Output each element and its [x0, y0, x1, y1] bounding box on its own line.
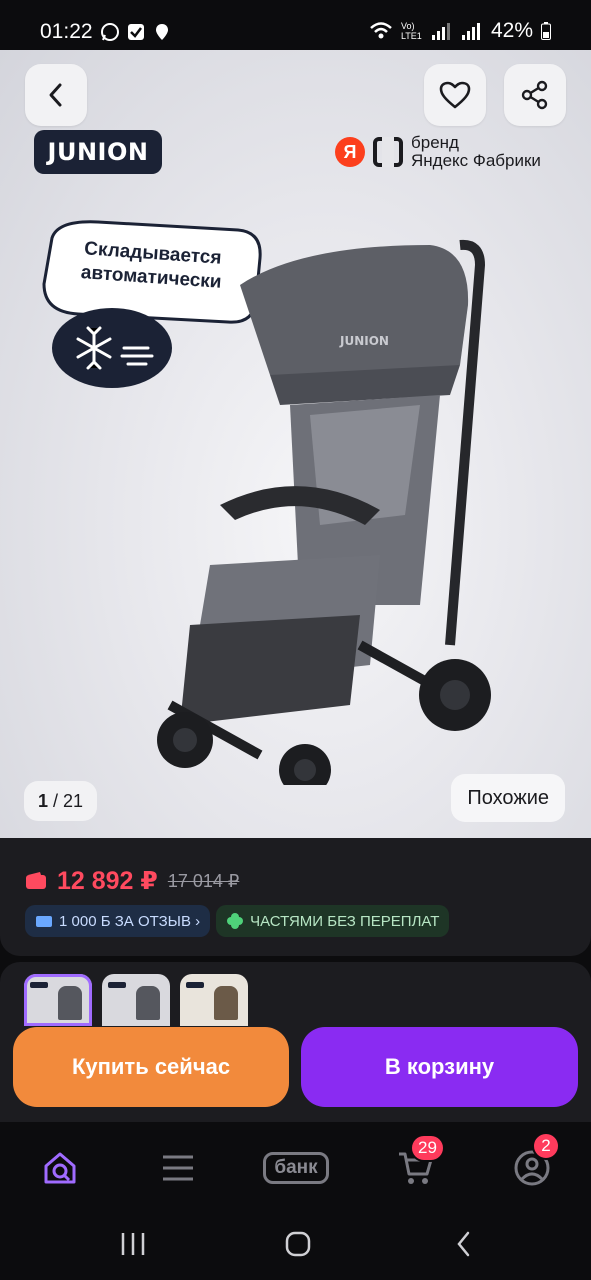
gallery-pager: 1 / 21	[24, 781, 98, 821]
recent-apps-button[interactable]	[113, 1226, 153, 1262]
price-row: 12 892 ₽ 17 014 ₽	[25, 866, 239, 896]
nav-bank[interactable]: банк	[256, 1144, 336, 1192]
share-button[interactable]	[504, 64, 566, 126]
chevron-left-icon	[49, 83, 62, 107]
price-panel: 12 892 ₽ 17 014 ₽ 1 000 Б ЗА ОТЗЫВ › ЧАС…	[0, 838, 591, 956]
status-notification-icons	[100, 20, 172, 44]
share-icon	[521, 80, 548, 110]
factory-logo-icon	[373, 137, 403, 167]
back-button[interactable]	[25, 64, 87, 126]
svg-text:JUNION: JUNION	[339, 334, 389, 348]
gallery-thumbnails	[24, 974, 248, 1026]
nav-home[interactable]	[36, 1144, 84, 1192]
location-icon	[156, 24, 168, 40]
brand-logo: JUNION	[34, 130, 162, 174]
review-bonus-chip[interactable]: 1 000 Б ЗА ОТЗЫВ ›	[25, 905, 211, 937]
nav-catalog[interactable]	[154, 1144, 202, 1192]
network-label: Vo) LTE1	[400, 21, 422, 41]
home-search-icon	[44, 1152, 76, 1184]
status-system-icons: Vo) LTE1 42%	[369, 19, 551, 43]
wallet-icon	[26, 872, 46, 889]
cart-count-badge: 29	[410, 1134, 445, 1162]
battery-percent: 42%	[490, 19, 533, 42]
checkbox-icon	[128, 24, 144, 40]
clover-icon	[227, 913, 244, 929]
promo-chips: 1 000 Б ЗА ОТЗЫВ › ЧАСТЯМИ БЕЗ ПЕРЕПЛАТ	[25, 905, 450, 937]
yandex-brand-text: бренд Яндекс Фабрики	[411, 133, 541, 170]
yandex-factory-brand: Я бренд Яндекс Фабрики	[335, 134, 541, 170]
chevron-left-icon	[457, 1231, 470, 1257]
similar-products-button[interactable]: Похожие	[451, 774, 565, 822]
installments-chip[interactable]: ЧАСТЯМИ БЕЗ ПЕРЕПЛАТ	[216, 905, 450, 937]
profile-notification-badge: 2	[532, 1132, 560, 1160]
status-bar: 01:22 Vo) LTE1 42%	[0, 0, 591, 50]
signal-roaming-icon	[461, 23, 480, 40]
thumbnail[interactable]	[102, 974, 170, 1026]
signal-icon	[431, 23, 450, 40]
stroller-product-image: JUNION	[157, 239, 491, 785]
menu-icon	[163, 1155, 193, 1181]
home-icon	[285, 1231, 311, 1257]
home-button[interactable]	[278, 1226, 318, 1262]
buy-now-button[interactable]: Купить сейчас	[13, 1027, 289, 1107]
current-price: 12 892 ₽	[57, 867, 158, 895]
yandex-logo: Я	[335, 137, 365, 167]
status-time: 01:22	[40, 20, 93, 43]
system-navigation-bar	[0, 1208, 591, 1280]
old-price: 17 014 ₽	[167, 870, 240, 891]
thumbnail[interactable]	[24, 974, 92, 1026]
product-gallery[interactable]: JUNION Я бренд Яндекс Фабрики Складывает…	[0, 50, 591, 838]
bottom-navigation: банк	[0, 1122, 591, 1208]
whatsapp-icon	[101, 23, 119, 41]
battery-icon	[541, 22, 551, 40]
thumbnail[interactable]	[180, 974, 248, 1026]
recent-apps-icon	[121, 1233, 145, 1255]
heart-icon	[439, 81, 471, 109]
bank-label: банк	[263, 1152, 329, 1184]
back-nav-button[interactable]	[444, 1226, 484, 1262]
favorite-button[interactable]	[424, 64, 486, 126]
wallet-icon	[36, 916, 52, 927]
add-to-cart-button[interactable]: В корзину	[301, 1027, 578, 1107]
wifi-icon	[370, 22, 392, 39]
